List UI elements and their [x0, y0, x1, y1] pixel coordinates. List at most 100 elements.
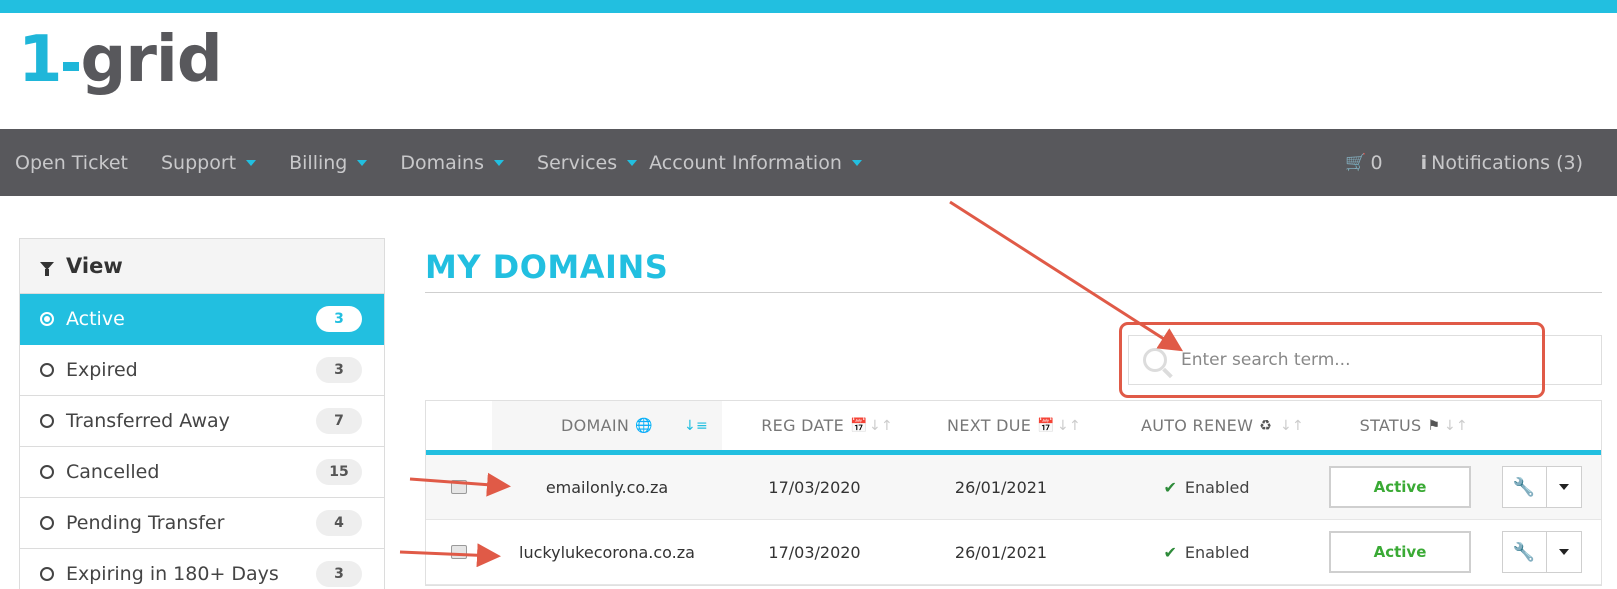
cart-icon: 🛒: [1345, 152, 1367, 173]
nav-label: Support: [161, 151, 237, 174]
wrench-icon[interactable]: 🔧: [1503, 532, 1547, 572]
filter-cancelled[interactable]: Cancelled 15: [20, 447, 384, 498]
nav-services[interactable]: Services: [537, 151, 638, 174]
notifications-label: Notifications (3): [1431, 151, 1583, 174]
filter-expired[interactable]: Expired 3: [20, 345, 384, 396]
logo[interactable]: 1 grid: [18, 23, 223, 112]
radio-icon: [40, 414, 54, 428]
caret-down-icon: [357, 159, 368, 166]
row-checkbox[interactable]: [451, 545, 467, 559]
filter-label: Expired: [66, 359, 138, 381]
logo-dash: [62, 62, 79, 71]
auto-renew-value: Enabled: [1184, 477, 1250, 497]
row-select-cell: [426, 455, 492, 519]
nav-account-information[interactable]: Account Information: [649, 152, 862, 174]
count-badge: 3: [316, 357, 362, 383]
top-accent-strip: [0, 0, 1617, 13]
nav-right: 🛒 0 i Notifications (3): [1345, 129, 1617, 196]
header-reg-date[interactable]: REG DATE 📅 ↓↑: [722, 401, 907, 450]
actions-dropdown-button[interactable]: [1547, 467, 1581, 507]
wrench-icon[interactable]: 🔧: [1503, 467, 1547, 507]
nav-label: Services: [537, 151, 618, 174]
reg-date-cell: 17/03/2020: [768, 477, 861, 497]
header-label: AUTO RENEW: [1140, 416, 1254, 435]
header-select: [426, 401, 492, 450]
table-body: emailonly.co.za 17/03/2020 26/01/2021 ✔ …: [426, 455, 1601, 585]
caret-down-icon: [851, 159, 862, 166]
count-badge: 3: [316, 306, 362, 332]
filter-label: Expiring in 180+ Days: [66, 563, 279, 585]
panel-title: View: [66, 254, 123, 278]
header-auto-renew[interactable]: AUTO RENEW ♻ ↓↑: [1095, 401, 1318, 450]
header-label: REG DATE: [761, 416, 844, 435]
nav-notifications[interactable]: i Notifications (3): [1421, 152, 1583, 174]
auto-renew-value: Enabled: [1184, 542, 1250, 562]
row-select-cell: [426, 520, 492, 584]
nav-label: Open Ticket: [15, 151, 128, 174]
nav-label: Billing: [289, 151, 348, 174]
table-row: luckylukecorona.co.za 17/03/2020 26/01/2…: [426, 520, 1601, 585]
count-badge: 3: [316, 561, 362, 587]
nav-domains[interactable]: Domains: [400, 151, 505, 174]
title-divider: [425, 292, 1602, 293]
radio-icon: [40, 363, 54, 377]
nav-support[interactable]: Support: [161, 151, 257, 174]
caret-down-icon: [494, 159, 505, 166]
filter-transferred-away[interactable]: Transferred Away 7: [20, 396, 384, 447]
sort-icon[interactable]: ↓↑: [1280, 418, 1304, 434]
table-header: DOMAIN 🌐 ↓≡ REG DATE 📅 ↓↑ NEXT DUE 📅 ↓↑ …: [426, 401, 1601, 455]
cart-count: 0: [1370, 151, 1383, 174]
count-badge: 7: [316, 408, 362, 434]
nav-label: Domains: [400, 151, 485, 174]
row-checkbox[interactable]: [451, 480, 467, 494]
header-label: DOMAIN: [561, 416, 630, 435]
filter-active[interactable]: Active 3: [20, 294, 384, 345]
sort-asc-icon[interactable]: ↓≡: [684, 418, 708, 434]
calendar-check-icon: 📅: [1037, 417, 1055, 434]
domain-cell[interactable]: luckylukecorona.co.za: [492, 520, 722, 584]
nav-cart[interactable]: 🛒 0: [1345, 152, 1382, 174]
auto-renew-cell: ✔ Enabled: [1095, 520, 1318, 584]
view-filter-panel: View Active 3 Expired 3 Transferred Away…: [19, 238, 385, 589]
page-title: MY DOMAINS: [425, 248, 669, 286]
header-next-due[interactable]: NEXT DUE 📅 ↓↑: [907, 401, 1095, 450]
caret-down-icon: [246, 159, 257, 166]
reg-date-cell: 17/03/2020: [768, 542, 861, 562]
header-label: STATUS: [1359, 416, 1422, 435]
status-cell: Active: [1318, 455, 1482, 519]
info-icon: i: [1420, 151, 1428, 174]
sort-icon[interactable]: ↓↑: [869, 418, 893, 434]
filter-label: Cancelled: [66, 461, 160, 483]
header-status[interactable]: STATUS ⚑ ↓↑: [1318, 401, 1482, 450]
actions-dropdown-button[interactable]: [1547, 532, 1581, 572]
status-badge[interactable]: Active: [1329, 466, 1471, 508]
sort-icon[interactable]: ↓↑: [1057, 418, 1081, 434]
recycle-icon: ♻: [1259, 417, 1273, 434]
filter-label: Transferred Away: [66, 410, 230, 432]
main-navbar: Open Ticket Support Billing Domains Serv…: [0, 129, 1617, 196]
search-highlight-annotation: [1119, 322, 1545, 398]
radio-icon: [40, 567, 54, 581]
nav-label: Account Information: [649, 151, 842, 174]
header-actions: [1482, 401, 1601, 450]
status-cell: Active: [1318, 520, 1482, 584]
actions-cell: 🔧: [1482, 520, 1601, 584]
filter-pending-transfer[interactable]: Pending Transfer 4: [20, 498, 384, 549]
caret-down-icon: [1558, 484, 1569, 490]
calendar-icon: 📅: [850, 417, 868, 434]
count-badge: 15: [316, 459, 362, 485]
sort-icon[interactable]: ↓↑: [1444, 418, 1468, 434]
logo-word: grid: [80, 23, 223, 97]
flag-icon: ⚑: [1427, 417, 1441, 434]
table-row: emailonly.co.za 17/03/2020 26/01/2021 ✔ …: [426, 455, 1601, 520]
domains-table: DOMAIN 🌐 ↓≡ REG DATE 📅 ↓↑ NEXT DUE 📅 ↓↑ …: [425, 400, 1602, 586]
nav-open-ticket[interactable]: Open Ticket: [15, 152, 128, 174]
filter-expiring-180-days[interactable]: Expiring in 180+ Days 3: [20, 549, 384, 589]
domain-cell[interactable]: emailonly.co.za: [492, 455, 722, 519]
filter-label: Pending Transfer: [66, 512, 225, 534]
caret-down-icon: [627, 159, 638, 166]
nav-billing[interactable]: Billing: [289, 151, 368, 174]
radio-selected-icon: [40, 312, 54, 326]
status-badge[interactable]: Active: [1329, 531, 1471, 573]
header-domain[interactable]: DOMAIN 🌐 ↓≡: [492, 401, 722, 450]
